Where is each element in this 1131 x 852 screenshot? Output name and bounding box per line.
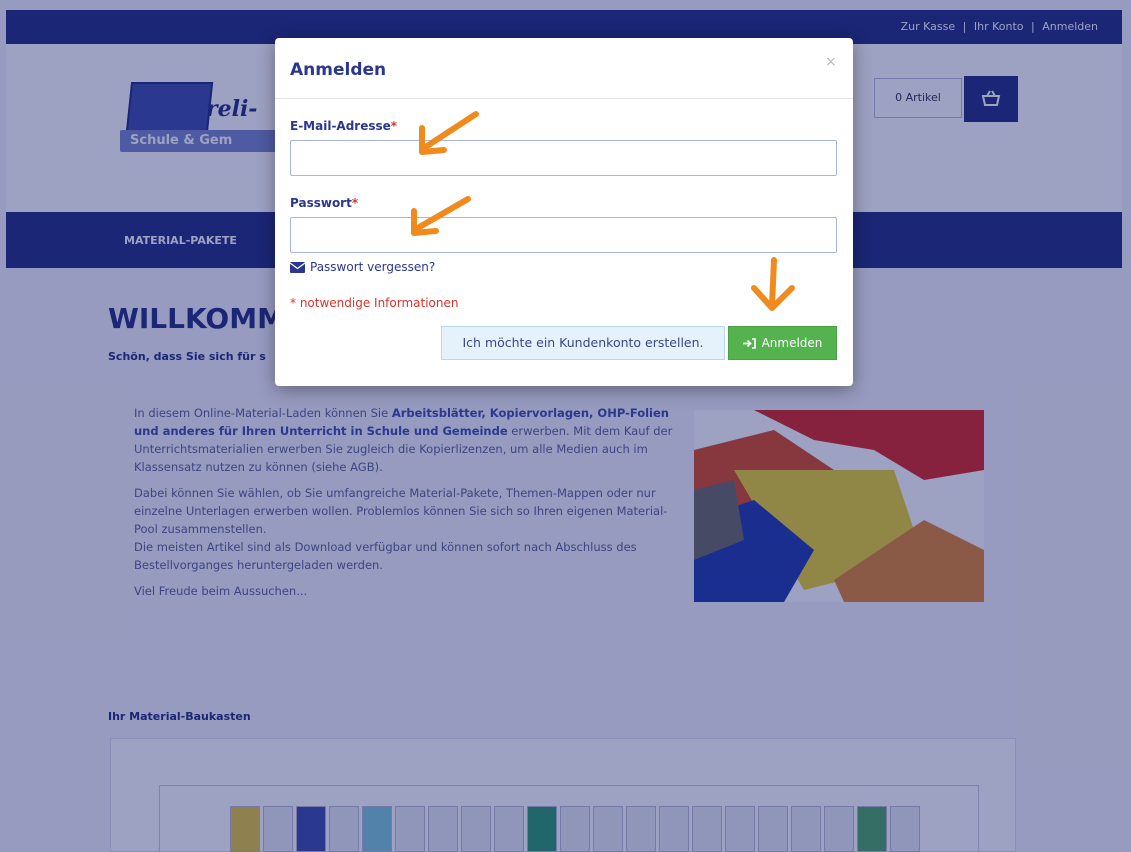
forgot-password-link[interactable]: Passwort vergessen? xyxy=(290,260,435,274)
password-field[interactable] xyxy=(290,217,837,253)
modal-title: Anmelden xyxy=(290,60,387,80)
forgot-password-text: Passwort vergessen? xyxy=(310,260,436,274)
email-field[interactable] xyxy=(290,140,837,176)
login-button-label: Anmelden xyxy=(761,336,823,350)
sign-in-icon xyxy=(742,337,756,349)
create-account-button[interactable]: Ich möchte ein Kundenkonto erstellen. xyxy=(441,326,725,360)
annotation-arrow-password xyxy=(411,196,471,236)
required-marker: * xyxy=(351,196,359,210)
required-note: * notwendige Informationen xyxy=(290,296,459,310)
email-label-text: E-Mail-Adresse xyxy=(290,119,391,133)
required-marker: * xyxy=(390,119,398,133)
annotation-arrow-login xyxy=(751,257,795,311)
password-label: Passwort* xyxy=(290,196,358,210)
annotation-arrow-email xyxy=(419,111,479,155)
close-icon[interactable]: × xyxy=(825,54,837,70)
password-label-text: Passwort xyxy=(290,196,352,210)
login-modal: Anmelden × E-Mail-Adresse* Passwort* Pas… xyxy=(275,38,853,386)
email-label: E-Mail-Adresse* xyxy=(290,119,397,133)
modal-header-divider xyxy=(275,98,853,99)
login-button[interactable]: Anmelden xyxy=(728,326,837,360)
envelope-icon xyxy=(290,261,305,273)
